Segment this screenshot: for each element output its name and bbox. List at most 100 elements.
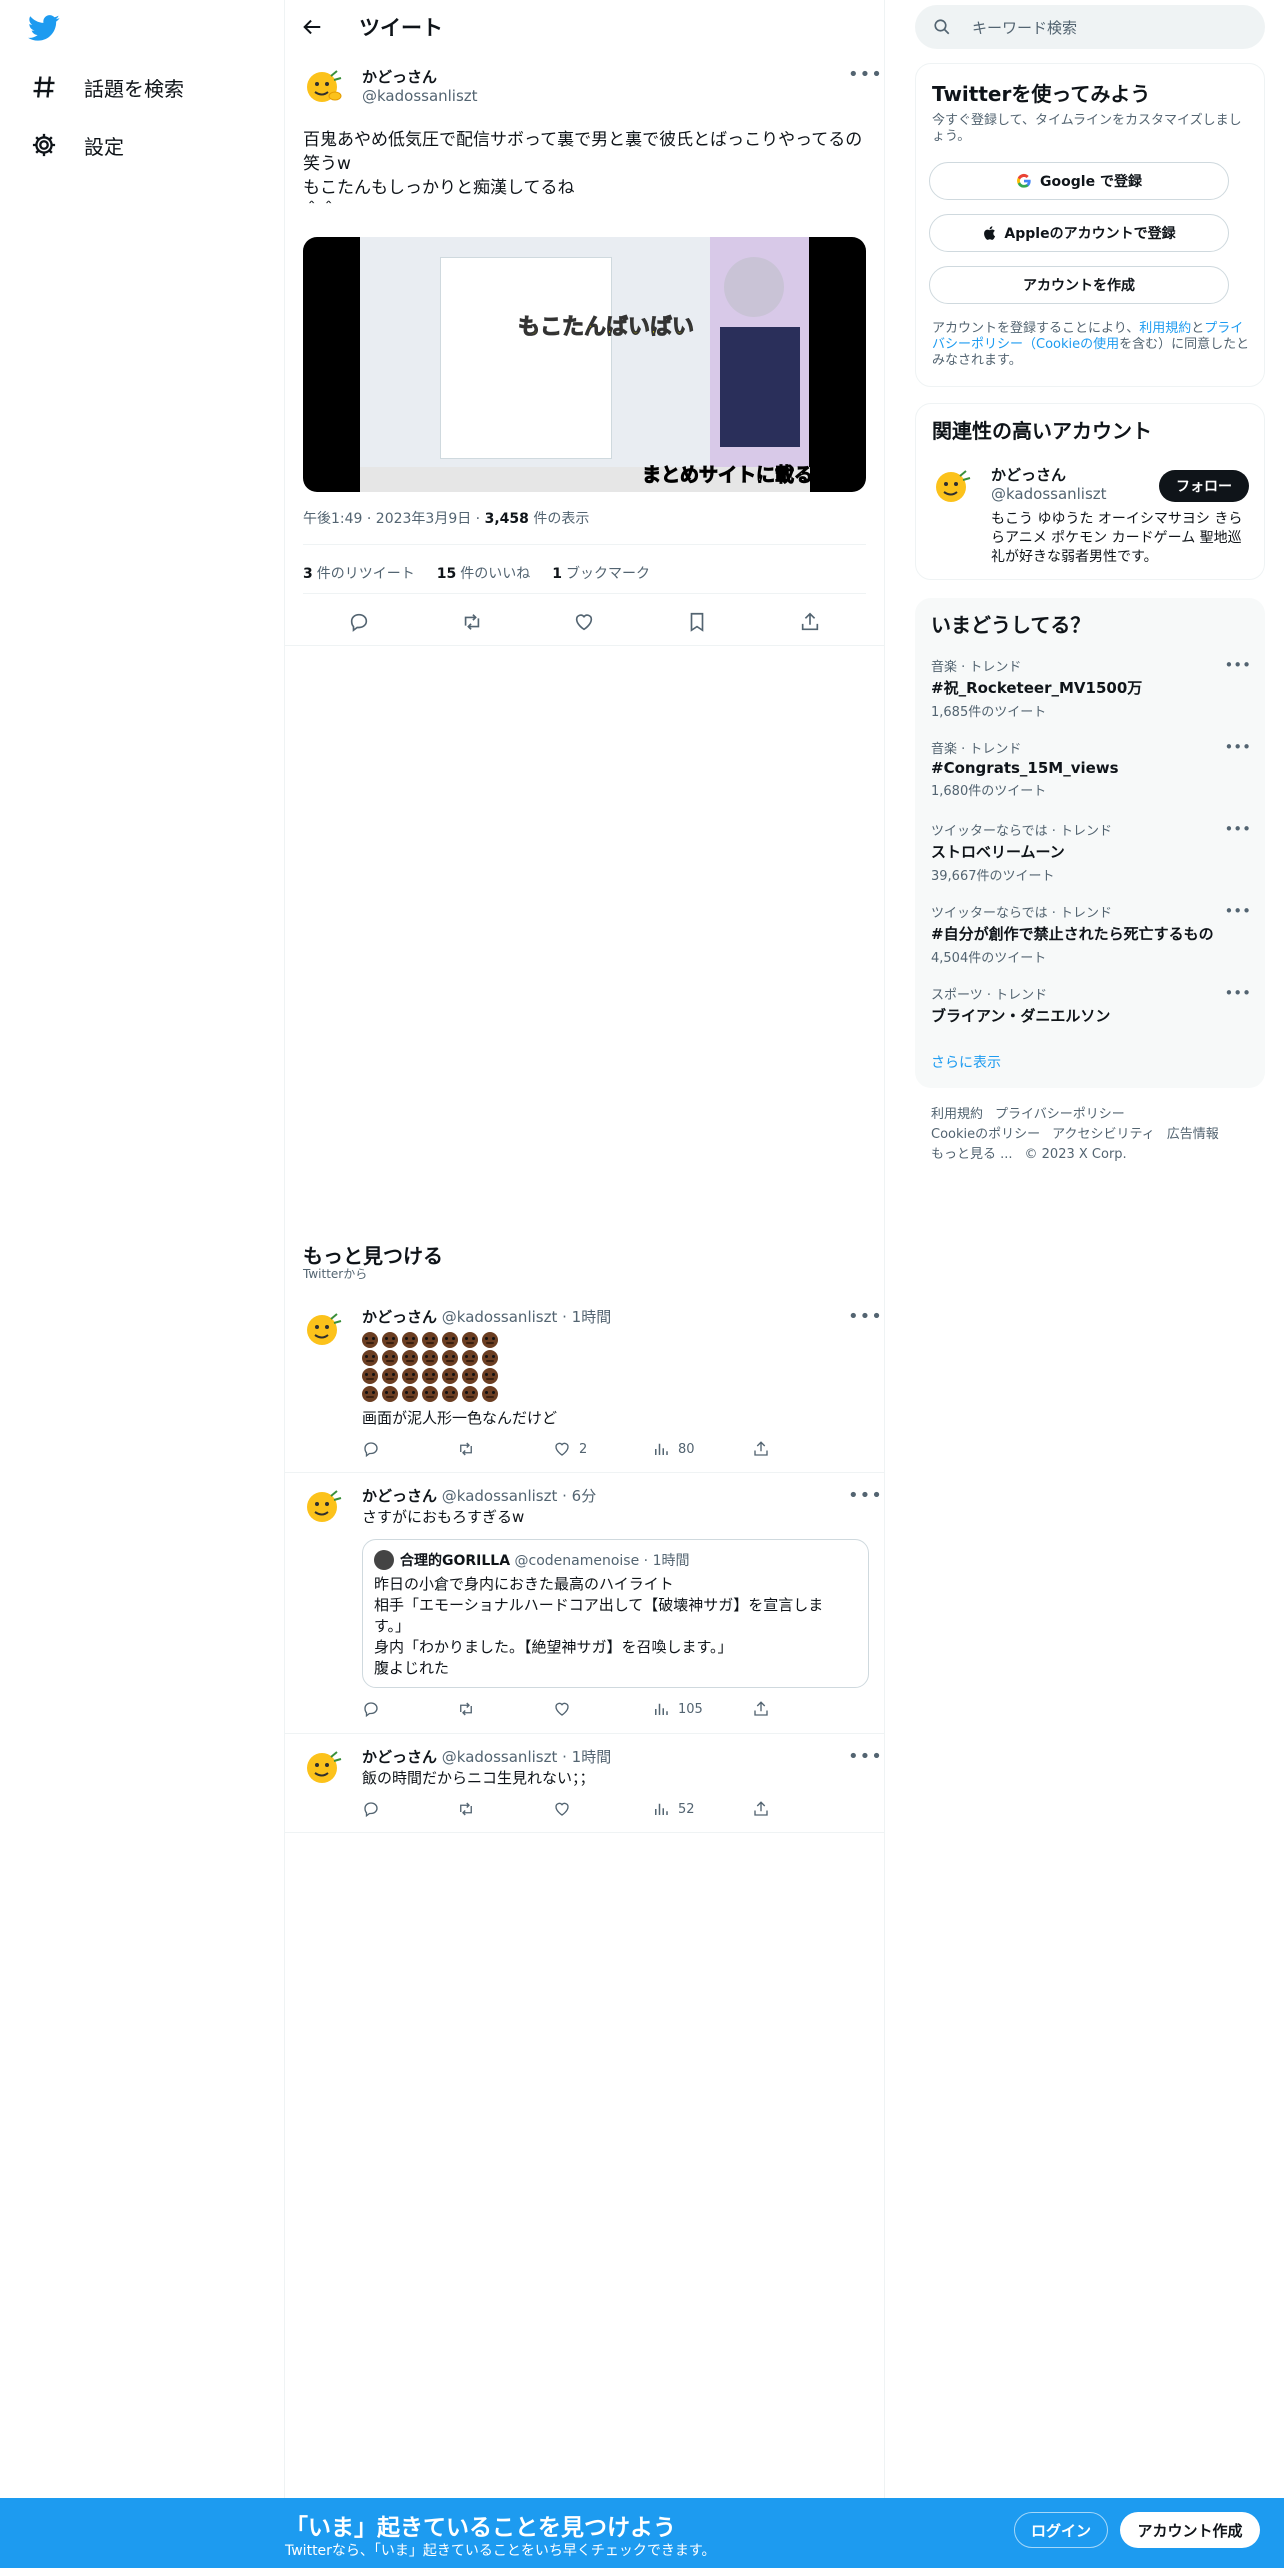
author-handle[interactable]: @kadossanliszt xyxy=(442,1748,558,1766)
search-box[interactable]: キーワード検索 xyxy=(915,5,1265,49)
footer-privacy-link[interactable]: プライバシーポリシー xyxy=(995,1107,1125,1122)
views-button[interactable]: 52 xyxy=(652,1800,695,1818)
tweet-actions xyxy=(303,605,866,639)
more-options-icon[interactable]: ••• xyxy=(1224,984,1251,1002)
author-name[interactable]: かどっさん xyxy=(362,1308,437,1326)
bookmarks-stat[interactable]: 1 ブックマーク xyxy=(552,563,650,583)
avatar[interactable] xyxy=(932,466,972,506)
like-button[interactable] xyxy=(553,1800,571,1818)
nav-explore[interactable]: 話題を検索 xyxy=(30,59,184,115)
more-options-icon[interactable]: ••• xyxy=(1224,820,1251,838)
related-name[interactable]: かどっさん xyxy=(991,464,1066,485)
retweet-button[interactable] xyxy=(457,1800,475,1818)
more-options-icon[interactable]: ••• xyxy=(1224,902,1251,920)
likes-stat[interactable]: 15 件のいいね xyxy=(437,563,530,583)
reply-icon[interactable] xyxy=(348,611,370,633)
like-button[interactable] xyxy=(553,1700,571,1718)
google-signup-button[interactable]: Google で登録 xyxy=(929,162,1229,200)
reply-icon xyxy=(364,1802,378,1818)
bookmark-icon[interactable] xyxy=(686,611,708,633)
share-icon xyxy=(754,1801,768,1816)
author-handle[interactable]: @kadossanliszt xyxy=(442,1308,558,1326)
quote-avatar xyxy=(374,1550,394,1570)
tweet-time[interactable]: · 1時間 xyxy=(562,1308,611,1326)
avatar[interactable] xyxy=(303,1747,343,1787)
more-options-icon[interactable]: ••• xyxy=(848,64,883,85)
tweet-time[interactable]: · 1時間 xyxy=(562,1748,611,1766)
nav-settings[interactable]: 設定 xyxy=(30,117,124,173)
view-count: 80 xyxy=(678,1441,695,1457)
avatar[interactable] xyxy=(303,66,343,106)
tweet-stats: 3 件のリツイート 15 件のいいね 1 ブックマーク xyxy=(303,563,650,583)
trend-name: ストロベリームーン xyxy=(931,843,1065,861)
share-button[interactable] xyxy=(752,1700,770,1718)
trend-item[interactable]: ツイッターならでは · トレンド #自分が創作で禁止されたら死亡するもの 4,5… xyxy=(931,902,1251,966)
footer-more-link[interactable]: もっと見る ... xyxy=(931,1147,1013,1162)
google-signup-label: Google で登録 xyxy=(1040,174,1142,190)
reply-button[interactable] xyxy=(362,1700,380,1718)
author-name[interactable]: かどっさん xyxy=(362,1748,437,1766)
show-more-link[interactable]: さらに表示 xyxy=(931,1052,1001,1072)
terms-notice: アカウントを登録することにより、利用規約とプライバシーポリシー（Cookieの使… xyxy=(932,321,1252,369)
footer-ads-link[interactable]: 広告情報 xyxy=(1167,1127,1219,1142)
share-button[interactable] xyxy=(752,1800,770,1818)
analytics-icon xyxy=(655,1803,668,1815)
reply-button[interactable] xyxy=(362,1800,380,1818)
footer-cookie-link[interactable]: Cookieのポリシー xyxy=(931,1127,1040,1142)
login-label: ログイン xyxy=(1030,2521,1091,2540)
quote-tweet[interactable]: 合理的GORILLA @codenamenoise · 1時間 昨日の小倉で身内… xyxy=(362,1539,869,1688)
views-button[interactable]: 80 xyxy=(652,1440,695,1458)
author-name[interactable]: かどっさん xyxy=(362,66,437,87)
more-options-icon[interactable]: ••• xyxy=(1224,738,1251,756)
avatar[interactable] xyxy=(303,1486,343,1526)
trend-context: スポーツ · トレンド xyxy=(931,988,1048,1003)
tweet-actions: 105 xyxy=(362,1700,792,1722)
create-account-button[interactable]: アカウントを作成 xyxy=(929,266,1229,304)
trend-item[interactable]: スポーツ · トレンド ブライアン・ダニエルソン ••• xyxy=(931,984,1251,1026)
author-handle[interactable]: @kadossanliszt xyxy=(442,1487,558,1505)
apple-signup-button[interactable]: Appleのアカウントで登録 xyxy=(929,214,1229,252)
retweet-icon[interactable] xyxy=(461,611,483,633)
banner-subtitle: Twitterなら、「いま」起きていることをいち早くチェックできます。 xyxy=(285,2543,716,2559)
retweet-icon xyxy=(460,1442,472,1456)
share-icon[interactable] xyxy=(799,611,821,633)
tweet-time[interactable]: · 6分 xyxy=(562,1487,596,1505)
views-button[interactable]: 105 xyxy=(652,1700,703,1718)
login-button[interactable]: ログイン xyxy=(1014,2512,1108,2548)
footer-terms-link[interactable]: 利用規約 xyxy=(931,1107,983,1122)
terms-link[interactable]: 利用規約 xyxy=(1139,321,1191,336)
feed-tweet[interactable]: かどっさん @kadossanliszt · 1時間 ••• 飯の時間だからニコ… xyxy=(285,1735,884,1833)
retweet-button[interactable] xyxy=(457,1440,475,1458)
more-options-icon[interactable]: ••• xyxy=(1224,656,1251,674)
author-name[interactable]: かどっさん xyxy=(362,1487,437,1505)
trend-item[interactable]: 音楽 · トレンド #祝_Rocketeer_MV1500万 1,685件のツイ… xyxy=(931,656,1251,720)
trend-item[interactable]: 音楽 · トレンド #Congrats_15M_views 1,680件のツイー… xyxy=(931,738,1251,799)
reply-icon xyxy=(364,1442,378,1458)
reply-button[interactable] xyxy=(362,1440,380,1458)
tweet-time[interactable]: 午後1:49 · 2023年3月9日 · xyxy=(303,511,485,527)
feed-tweet[interactable]: かどっさん @kadossanliszt · 6分 ••• さすがにおもろすぎる… xyxy=(285,1474,884,1734)
search-input[interactable]: キーワード検索 xyxy=(972,17,1077,38)
tweet-header: かどっさん @kadossanliszt · 1時間 xyxy=(362,1746,611,1767)
retweet-button[interactable] xyxy=(457,1700,475,1718)
follow-button[interactable]: フォロー xyxy=(1159,470,1249,502)
share-button[interactable] xyxy=(752,1440,770,1458)
views-label: 件の表示 xyxy=(528,511,590,527)
avatar[interactable] xyxy=(303,1309,343,1349)
tweet-media[interactable]: もこたんばいばい まとめサイトに載る xyxy=(303,237,866,492)
more-options-icon[interactable]: ••• xyxy=(848,1306,883,1327)
analytics-icon xyxy=(655,1443,668,1455)
related-handle[interactable]: @kadossanliszt xyxy=(991,485,1107,503)
more-options-icon[interactable]: ••• xyxy=(848,1485,883,1506)
like-button[interactable]: 2 xyxy=(553,1440,587,1458)
more-options-icon[interactable]: ••• xyxy=(848,1746,883,1767)
footer-accessibility-link[interactable]: アクセシビリティ xyxy=(1052,1127,1155,1142)
twitter-logo-icon[interactable] xyxy=(26,12,62,44)
feed-tweet[interactable]: かどっさん @kadossanliszt · 1時間 ••• 画面が泥人形一色な… xyxy=(285,1297,884,1473)
trend-item[interactable]: ツイッターならでは · トレンド ストロベリームーン 39,667件のツイート … xyxy=(931,820,1251,884)
author-handle[interactable]: @kadossanliszt xyxy=(362,87,478,105)
retweets-stat[interactable]: 3 件のリツイート xyxy=(303,563,415,583)
like-heart-icon[interactable] xyxy=(573,611,595,633)
signup-button[interactable]: アカウント作成 xyxy=(1120,2512,1260,2548)
back-arrow-icon[interactable] xyxy=(301,16,323,38)
